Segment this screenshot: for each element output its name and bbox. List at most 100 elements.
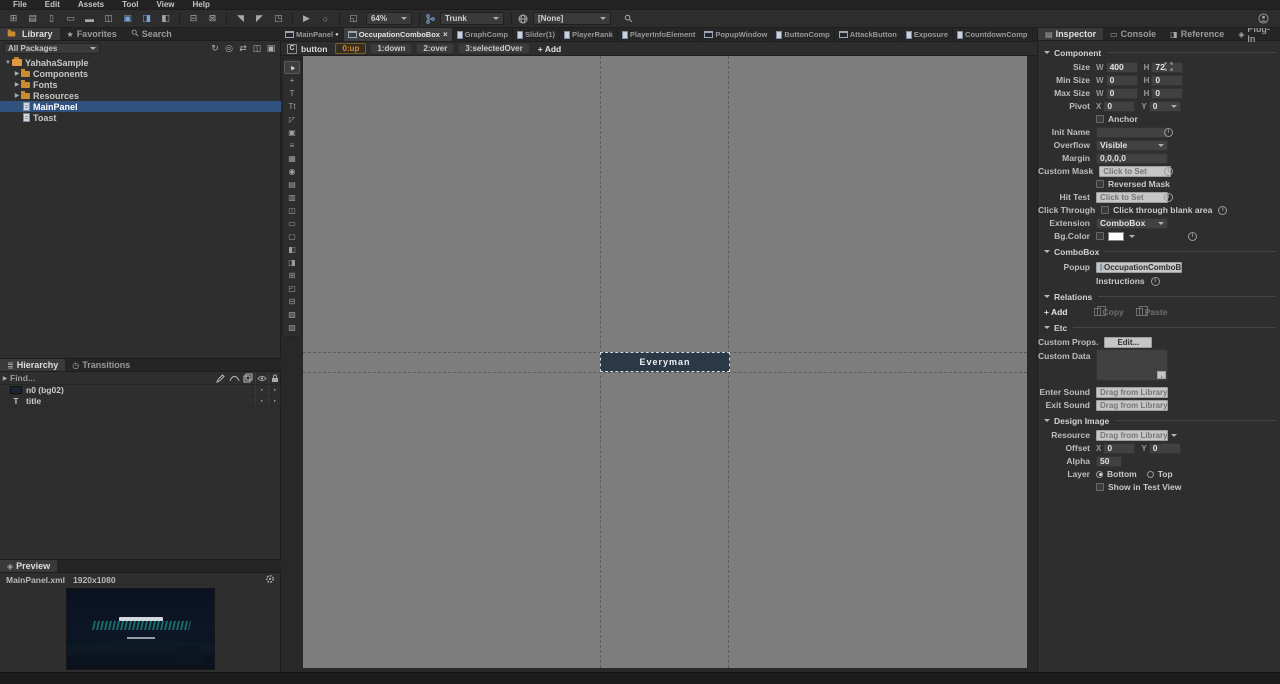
language-select[interactable]: [None] [533,12,611,25]
state-button-selectedover[interactable]: 3:selectedOver [458,43,529,54]
info-icon[interactable]: i [1188,232,1197,241]
max-width-input[interactable]: 0 [1106,88,1138,99]
init-name-input[interactable] [1096,127,1168,138]
click-through-checkbox[interactable] [1101,206,1109,214]
popup-resource-link[interactable]: OccupationComboBox_po [1096,262,1182,273]
new-movieclip-button[interactable]: ▬ [81,12,98,26]
test-play-button[interactable]: ▶ [298,12,315,26]
section-component[interactable]: Component [1042,46,1276,59]
menu-file[interactable]: File [4,0,36,9]
section-etc[interactable]: Etc [1042,321,1276,334]
hierarchy-row[interactable]: n0 (bg02) · · [0,385,281,396]
export-button[interactable]: ◳ [270,12,287,26]
gear-icon[interactable] [265,574,275,586]
scrollbar-tool[interactable]: ◨ [284,256,300,269]
rich-text-tool[interactable]: Tt [284,100,300,113]
offset-x-input[interactable]: 0 [1103,443,1135,454]
section-combobox[interactable]: ComboBox [1042,245,1276,258]
zoom-select[interactable]: 64% [366,12,412,25]
search-button[interactable] [620,12,637,26]
tab-transitions[interactable]: ◷ Transitions [65,359,137,371]
tree-item-component-selected[interactable]: MainPanel [0,101,281,112]
component-tool[interactable]: ▧ [284,308,300,321]
extension-select[interactable]: ComboBox [1096,218,1168,229]
doc-tab-graphcomp[interactable]: GraphComp [453,28,513,41]
slider-tool[interactable]: ◧ [284,243,300,256]
doc-tab-mainpanel[interactable]: MainPanel ● [281,28,344,41]
custom-mask-field[interactable]: Click to Set [1099,166,1171,177]
pivot-preset-dropdown-icon[interactable] [1171,105,1177,111]
duplicate-icon[interactable] [241,373,255,383]
offset-y-input[interactable]: 0 [1149,443,1181,454]
lock-toggle[interactable]: · [268,396,281,406]
loader-tool[interactable]: ◉ [284,165,300,178]
collapse-arrow-icon[interactable]: ▶ [13,81,21,88]
tab-library[interactable]: Library [0,28,60,40]
add-state-button[interactable]: + Add [538,44,562,54]
enter-sound-field[interactable]: Drag from Library [1096,387,1168,398]
tab-preview[interactable]: ◈ Preview [0,560,57,572]
bg-color-swatch[interactable] [1108,232,1124,241]
new-label-button[interactable]: ▣ [119,12,136,26]
chevron-down-icon[interactable] [1171,434,1177,440]
tab-inspector[interactable]: ▤ Inspector [1038,28,1103,40]
size-width-input[interactable]: 400 [1106,62,1138,73]
new-file-button[interactable]: ▤ [24,12,41,26]
tree-item-package[interactable]: ▼ YahahaSample [0,57,281,68]
save-button[interactable]: ⊟ [185,12,202,26]
expand-editor-icon[interactable]: ⌞ [1157,371,1166,379]
branch-select[interactable]: Trunk [440,12,504,25]
section-design-image[interactable]: Design Image [1042,414,1276,427]
state-button-up[interactable]: 0:up [335,43,366,54]
visibility-column-header[interactable] [255,372,268,384]
group-icon[interactable]: ▣ [265,43,277,54]
select-tool[interactable]: ▲ [284,61,300,74]
tree-item-folder[interactable]: ▶ Fonts [0,79,281,90]
min-width-input[interactable]: 0 [1106,75,1138,86]
tab-favorites[interactable]: ★ Favorites [60,28,124,40]
popup-tool[interactable]: ⊟ [284,295,300,308]
bg-color-checkbox[interactable] [1096,232,1104,240]
doc-tab-playerrank[interactable]: PlayerRank [560,28,618,41]
tab-search[interactable]: Search [124,28,179,40]
visibility-toggle[interactable]: · [255,385,268,395]
split-view-icon[interactable]: ◫ [251,43,263,54]
visibility-toggle[interactable]: · [255,396,268,406]
doc-tab-occupationcombobox[interactable]: OccupationComboBox × [344,28,453,41]
new-window-button[interactable]: ▯ [43,12,60,26]
new-package-button[interactable]: ⊞ [5,12,22,26]
menu-tool[interactable]: Tool [113,0,147,9]
menu-edit[interactable]: Edit [36,0,69,9]
pan-tool[interactable]: + [284,74,300,87]
find-label[interactable]: Find... [10,373,35,383]
close-icon[interactable]: × [443,30,448,39]
state-button-down[interactable]: 1:down [370,43,412,54]
layer-bottom-radio[interactable] [1096,471,1103,478]
info-icon[interactable]: i [1164,167,1173,176]
fullscreen-size-icon[interactable] [1164,62,1173,73]
layer-top-radio[interactable] [1147,471,1154,478]
doc-tab-buttoncomp[interactable]: ButtonComp [772,28,834,41]
publish-button[interactable]: ◥ [232,12,249,26]
save-all-button[interactable]: ⊠ [204,12,221,26]
misc-tool[interactable]: ▨ [284,321,300,334]
publish-all-button[interactable]: ◤ [251,12,268,26]
max-height-input[interactable]: 0 [1151,88,1183,99]
doc-tab-playerinfoelement[interactable]: PlayerInfoElement [618,28,700,41]
lock-toggle[interactable]: · [268,385,281,395]
tab-console[interactable]: ▭ Console [1103,28,1163,40]
doc-tab-popupwindow[interactable]: PopupWindow [700,28,772,41]
tab-reference[interactable]: ◨ Reference [1163,28,1231,40]
combobox-tool[interactable]: ◫ [284,204,300,217]
tab-plugin[interactable]: ◈ Plug-In [1231,28,1280,40]
margin-input[interactable]: 0,0,0,0 [1096,153,1168,164]
info-icon[interactable]: i [1218,206,1227,215]
show-test-view-checkbox[interactable] [1096,483,1104,491]
alpha-input[interactable]: 50 [1096,456,1122,467]
menu-assets[interactable]: Assets [69,0,113,9]
info-icon[interactable]: i [1164,128,1173,137]
overflow-select[interactable]: Visible [1096,140,1168,151]
label-tool[interactable]: ▭ [284,217,300,230]
progress-bar-tool[interactable]: ▢ [284,230,300,243]
input-text-tool[interactable]: ◸ [284,113,300,126]
